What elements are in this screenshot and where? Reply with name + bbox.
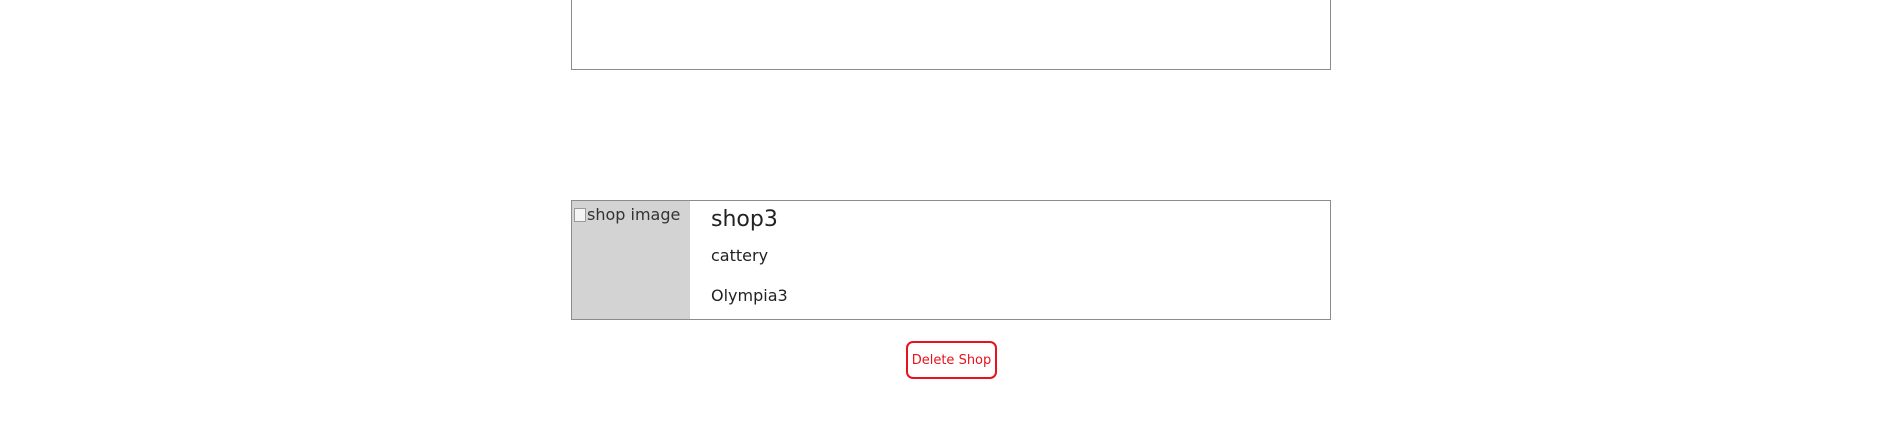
previous-shop-card bbox=[571, 0, 1331, 70]
delete-shop-button[interactable]: Delete Shop bbox=[906, 341, 997, 379]
shop-image: shop image bbox=[572, 201, 690, 319]
shop-owner: Olympia3 bbox=[711, 286, 788, 305]
shop-image-alt-text: shop image bbox=[587, 205, 681, 224]
shop-name: shop3 bbox=[711, 207, 778, 232]
shop-category: cattery bbox=[711, 246, 769, 265]
shop-image-alt: shop image bbox=[574, 205, 680, 224]
page: shop image shop3 cattery Olympia3 Delete… bbox=[0, 0, 1903, 422]
shop-card: shop image shop3 cattery Olympia3 bbox=[571, 200, 1331, 320]
shop-info: shop3 cattery Olympia3 bbox=[690, 201, 788, 319]
broken-image-icon bbox=[574, 207, 586, 222]
